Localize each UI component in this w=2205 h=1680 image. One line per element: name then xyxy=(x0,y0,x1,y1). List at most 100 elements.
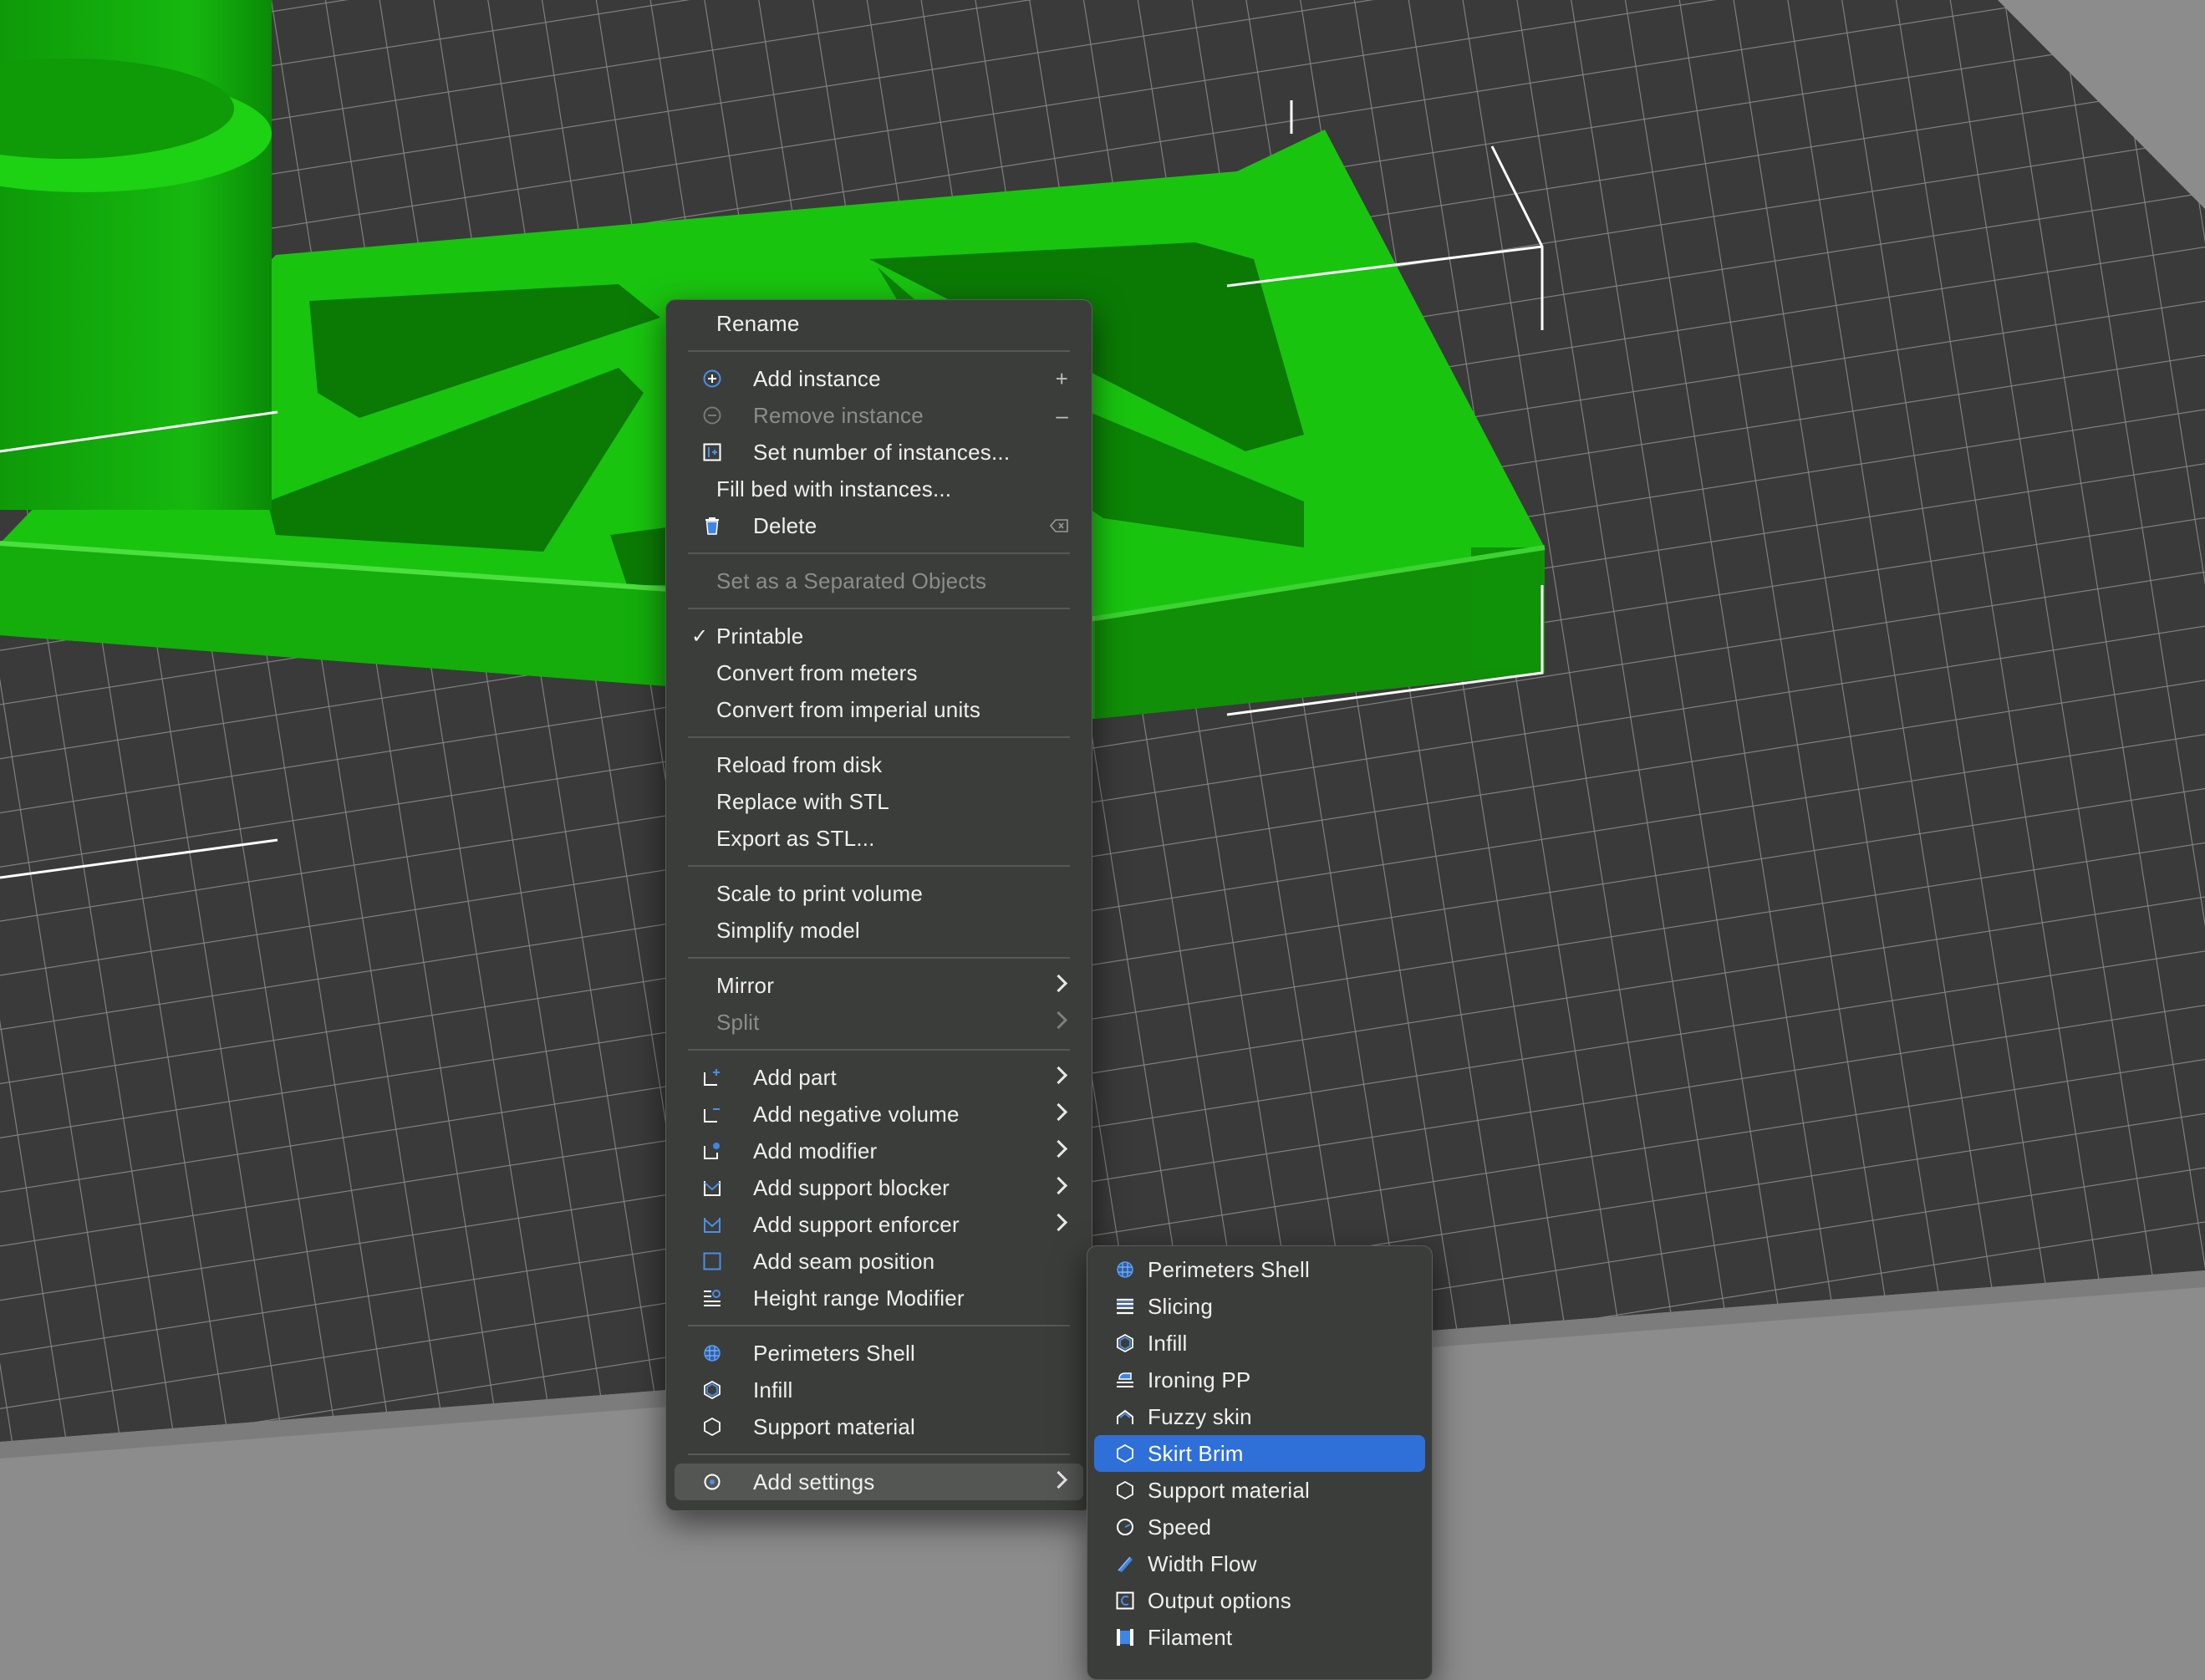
menu-separator xyxy=(688,957,1070,959)
speed-icon xyxy=(1117,1519,1133,1535)
menu-item-label: Ironing PP xyxy=(1148,1367,1251,1392)
menu-item-label: Add seam position xyxy=(753,1248,935,1274)
menu-item-label: Reload from disk xyxy=(716,751,883,777)
chevron-right-icon xyxy=(1049,1213,1068,1232)
menu-item-add-support-enforcer[interactable]: Add support enforcer xyxy=(675,1206,1083,1243)
menu-item-simplify-model[interactable]: Simplify model xyxy=(675,912,1083,949)
menu-separator xyxy=(688,736,1070,738)
menu-separator xyxy=(688,1049,1070,1051)
menu-item-label: Fill bed with instances... xyxy=(716,476,952,501)
menu-item-printable[interactable]: ✓ Printable xyxy=(675,618,1083,654)
menu-separator xyxy=(688,1325,1070,1326)
menu-item-label: Speed xyxy=(1148,1514,1212,1540)
menu-item-delete[interactable]: Delete xyxy=(675,507,1083,544)
menu-item-split[interactable]: Split xyxy=(675,1004,1083,1041)
shortcut-minus: – xyxy=(1056,402,1068,428)
submenu-item-width-flow[interactable]: Width Flow xyxy=(1094,1545,1425,1582)
menu-item-label: Mirror xyxy=(716,972,775,998)
menu-item-label: Replace with STL xyxy=(716,788,889,814)
menu-item-label: Support material xyxy=(1148,1477,1310,1503)
menu-item-fill-bed[interactable]: Fill bed with instances... xyxy=(675,471,1083,507)
menu-item-perimeters-shell[interactable]: Perimeters Shell xyxy=(675,1335,1083,1372)
menu-item-label: Printable xyxy=(716,623,804,649)
submenu-item-speed[interactable]: Speed xyxy=(1094,1509,1425,1545)
submenu-item-output-options[interactable]: Output options xyxy=(1094,1582,1425,1619)
instances-icon xyxy=(703,443,721,461)
menu-item-label: Add support enforcer xyxy=(753,1211,960,1237)
menu-item-label: Remove instance xyxy=(753,402,924,428)
menu-item-label: Height range Modifier xyxy=(753,1285,965,1311)
menu-item-rename[interactable]: Rename xyxy=(675,305,1083,342)
add-instance-icon xyxy=(703,369,721,388)
menu-item-set-separated[interactable]: Set as a Separated Objects xyxy=(675,563,1083,599)
submenu-item-infill[interactable]: Infill xyxy=(1094,1325,1425,1362)
menu-item-infill[interactable]: Infill xyxy=(675,1372,1083,1408)
chevron-right-icon xyxy=(1049,1139,1068,1158)
menu-item-export-stl[interactable]: Export as STL... xyxy=(675,820,1083,857)
perimeters-shell-icon xyxy=(704,1345,721,1362)
submenu-item-slicing[interactable]: Slicing xyxy=(1094,1288,1425,1325)
menu-item-label: Add part xyxy=(753,1064,837,1090)
chevron-right-icon xyxy=(1049,1176,1068,1195)
submenu-item-perimeters-shell[interactable]: Perimeters Shell xyxy=(1094,1251,1425,1288)
chevron-right-icon xyxy=(1049,1102,1068,1122)
delete-key-icon xyxy=(1050,519,1068,532)
seam-position-icon xyxy=(703,1252,721,1270)
infill-icon xyxy=(1117,1334,1133,1352)
support-enforcer-icon xyxy=(704,1218,721,1233)
remove-instance-icon xyxy=(703,406,721,425)
perimeters-shell-icon xyxy=(1117,1261,1133,1278)
add-settings-submenu: Perimeters Shell Slicing Infill Ironing … xyxy=(1087,1245,1433,1680)
trash-icon xyxy=(705,517,719,535)
menu-item-set-number-instances[interactable]: Set number of instances... xyxy=(675,434,1083,471)
menu-item-label: Output options xyxy=(1148,1587,1291,1613)
submenu-item-ironing[interactable]: Ironing PP xyxy=(1094,1362,1425,1398)
modifier-icon xyxy=(704,1143,720,1159)
submenu-item-filament[interactable]: Filament xyxy=(1094,1619,1425,1656)
menu-item-support-material[interactable]: Support material xyxy=(675,1408,1083,1445)
menu-item-label: Fuzzy skin xyxy=(1148,1403,1252,1429)
menu-item-reload-from-disk[interactable]: Reload from disk xyxy=(675,746,1083,783)
chevron-right-icon xyxy=(1049,1066,1068,1085)
add-part-icon xyxy=(704,1069,720,1086)
menu-item-label: Support material xyxy=(753,1413,915,1439)
menu-item-scale-to-volume[interactable]: Scale to print volume xyxy=(675,875,1083,912)
menu-item-add-negative-volume[interactable]: Add negative volume xyxy=(675,1096,1083,1133)
menu-item-label: Rename xyxy=(716,310,800,336)
add-settings-icon xyxy=(704,1474,721,1490)
submenu-item-support-material[interactable]: Support material xyxy=(1094,1472,1425,1509)
infill-icon xyxy=(704,1381,721,1399)
menu-item-add-part[interactable]: Add part xyxy=(675,1059,1083,1096)
filament-icon xyxy=(1117,1629,1133,1646)
menu-item-label: Add negative volume xyxy=(753,1101,960,1127)
menu-item-convert-meters[interactable]: Convert from meters xyxy=(675,654,1083,691)
menu-item-label: Add support blocker xyxy=(753,1174,950,1200)
menu-item-label: Delete xyxy=(753,512,817,538)
shortcut-plus: + xyxy=(1055,365,1068,391)
menu-item-add-modifier[interactable]: Add modifier xyxy=(675,1133,1083,1169)
menu-item-replace-with-stl[interactable]: Replace with STL xyxy=(675,783,1083,820)
menu-item-add-support-blocker[interactable]: Add support blocker xyxy=(675,1169,1083,1206)
support-material-icon xyxy=(704,1418,721,1436)
menu-item-height-range-modifier[interactable]: Height range Modifier xyxy=(675,1280,1083,1316)
menu-item-label: Perimeters Shell xyxy=(753,1340,915,1366)
menu-item-label: Skirt Brim xyxy=(1148,1440,1244,1466)
menu-item-mirror[interactable]: Mirror xyxy=(675,967,1083,1004)
output-options-icon xyxy=(1116,1591,1134,1610)
menu-item-add-seam-position[interactable]: Add seam position xyxy=(675,1243,1083,1280)
chevron-right-icon xyxy=(1049,1470,1068,1489)
height-range-icon xyxy=(704,1290,721,1306)
menu-item-label: Scale to print volume xyxy=(716,880,923,906)
menu-item-label: Add instance xyxy=(753,365,881,391)
menu-item-label: Set as a Separated Objects xyxy=(716,568,987,593)
menu-separator xyxy=(688,350,1070,352)
menu-item-convert-imperial[interactable]: Convert from imperial units xyxy=(675,691,1083,728)
menu-item-add-settings[interactable]: Add settings xyxy=(675,1464,1083,1500)
menu-separator xyxy=(688,608,1070,609)
menu-item-label: Slicing xyxy=(1148,1293,1213,1319)
menu-item-remove-instance[interactable]: Remove instance – xyxy=(675,397,1083,434)
submenu-item-fuzzy-skin[interactable]: Fuzzy skin xyxy=(1094,1398,1425,1435)
menu-item-label: Infill xyxy=(1148,1330,1188,1356)
menu-item-add-instance[interactable]: Add instance + xyxy=(675,360,1083,397)
submenu-item-skirt-brim[interactable]: Skirt Brim xyxy=(1094,1435,1425,1472)
